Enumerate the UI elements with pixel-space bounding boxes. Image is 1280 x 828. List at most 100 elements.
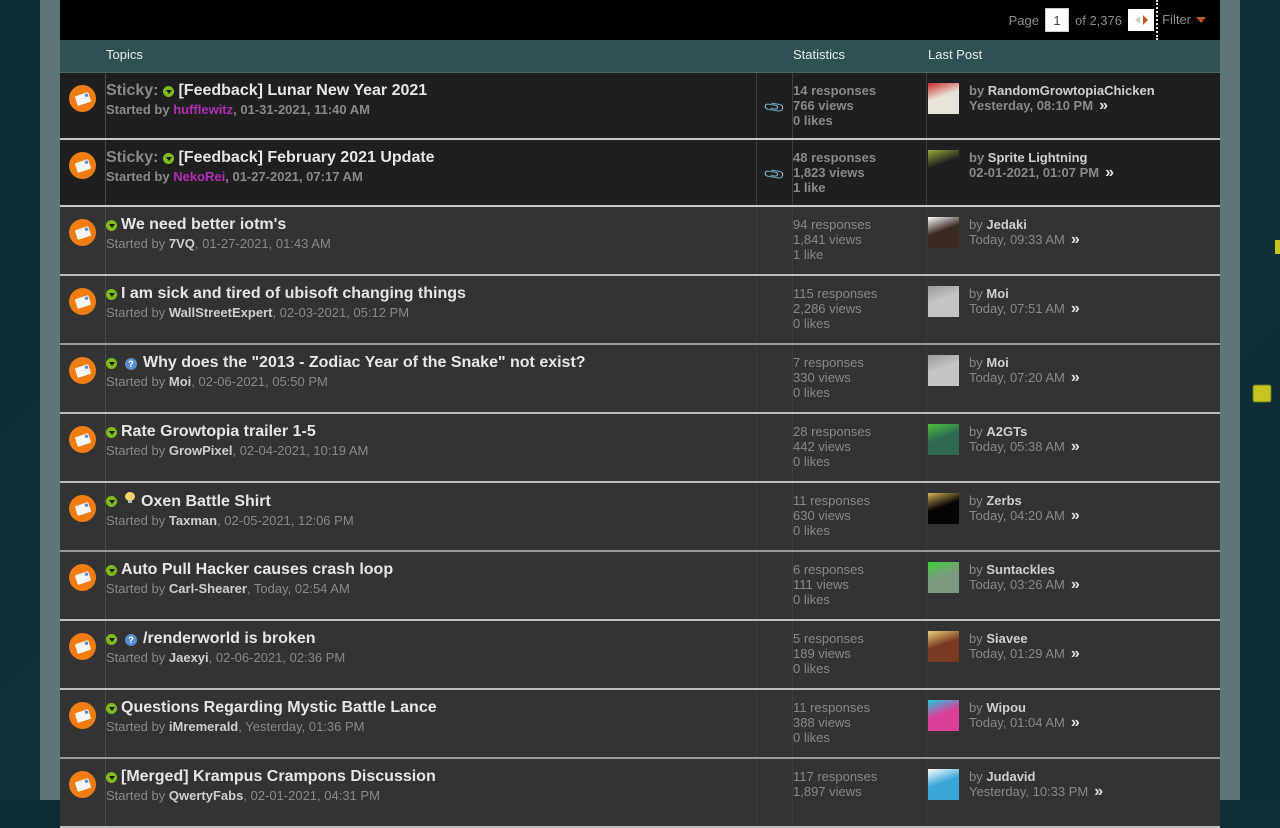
go-to-last-post-icon[interactable]: » xyxy=(1071,231,1080,248)
topic-author-link[interactable]: Taxman xyxy=(169,513,217,528)
envelope-paper xyxy=(74,777,91,792)
jump-to-new-icon[interactable] xyxy=(106,702,117,714)
topic-envelope-icon[interactable] xyxy=(69,357,96,384)
topic-meta: Started by Taxman, 02-05-2021, 12:06 PM xyxy=(106,513,354,528)
by-label: by xyxy=(969,631,983,646)
topic-title-link[interactable]: Oxen Battle Shirt xyxy=(141,493,271,511)
jump-to-new-icon[interactable] xyxy=(106,219,117,231)
last-poster-avatar[interactable] xyxy=(928,217,959,248)
topic-envelope-icon[interactable] xyxy=(69,85,96,112)
jump-to-new-icon[interactable] xyxy=(106,633,117,645)
go-to-last-post-icon[interactable]: » xyxy=(1071,714,1080,731)
jump-to-new-icon[interactable] xyxy=(163,152,175,164)
topic-date: , Today, 02:54 AM xyxy=(246,581,350,596)
last-poster-link[interactable]: Sprite Lightning xyxy=(988,150,1088,165)
topic-envelope-icon[interactable] xyxy=(69,633,96,660)
jump-to-new-icon[interactable] xyxy=(163,85,175,97)
topic-title-link[interactable]: Questions Regarding Mystic Battle Lance xyxy=(121,699,437,717)
topic-author-link[interactable]: Moi xyxy=(169,374,191,389)
topic-author-link[interactable]: hufflewitz xyxy=(173,102,233,117)
last-poster-avatar[interactable] xyxy=(928,769,959,800)
topic-author-link[interactable]: Carl-Shearer xyxy=(169,581,247,596)
last-poster-avatar[interactable] xyxy=(928,150,959,181)
go-to-last-post-icon[interactable]: » xyxy=(1071,507,1080,524)
sticky-label: Sticky: xyxy=(106,149,159,166)
last-poster-avatar[interactable] xyxy=(928,424,959,455)
topic-envelope-icon[interactable] xyxy=(69,219,96,246)
filter-dropdown[interactable]: Filter xyxy=(1162,12,1206,27)
last-poster-link[interactable]: Wipou xyxy=(986,700,1026,715)
topic-title-link[interactable]: Why does the "2013 - Zodiac Year of the … xyxy=(143,354,586,372)
topic-envelope-icon[interactable] xyxy=(69,495,96,522)
topic-title-link[interactable]: /renderworld is broken xyxy=(143,630,315,648)
go-to-last-post-icon[interactable]: » xyxy=(1071,369,1080,386)
go-to-last-post-icon[interactable]: » xyxy=(1094,783,1103,800)
topic-author-link[interactable]: Jaexyi xyxy=(169,650,209,665)
last-poster-link[interactable]: Siavee xyxy=(986,631,1027,646)
last-poster-link[interactable]: RandomGrowtopiaChicken xyxy=(988,83,1155,98)
jump-to-new-icon[interactable] xyxy=(106,564,117,576)
last-poster-link[interactable]: Suntackles xyxy=(986,562,1055,577)
topic-author-link[interactable]: NekoRei xyxy=(173,169,225,184)
topic-title-link[interactable]: I am sick and tired of ubisoft changing … xyxy=(121,285,466,303)
topic-title-link[interactable]: [Feedback] February 2021 Update xyxy=(178,149,434,167)
last-poster-link[interactable]: Moi xyxy=(986,355,1008,370)
next-page-icon[interactable] xyxy=(1142,15,1148,25)
go-to-last-post-icon[interactable]: » xyxy=(1071,645,1080,662)
column-topics[interactable]: Topics xyxy=(106,47,143,62)
topic-title-link[interactable]: [Merged] Krampus Crampons Discussion xyxy=(121,768,436,786)
topic-author-link[interactable]: WallStreetExpert xyxy=(169,305,273,320)
last-poster-link[interactable]: Judavid xyxy=(986,769,1035,784)
topic-author-link[interactable]: GrowPixel xyxy=(169,443,233,458)
column-statistics[interactable]: Statistics xyxy=(793,47,845,62)
last-poster-link[interactable]: Jedaki xyxy=(986,217,1026,232)
jump-to-new-icon[interactable] xyxy=(106,288,117,300)
started-by-label: Started by xyxy=(106,581,166,596)
last-poster-link[interactable]: A2GTs xyxy=(986,424,1027,439)
column-last-post[interactable]: Last Post xyxy=(928,47,982,62)
jump-to-new-icon[interactable] xyxy=(106,496,117,507)
by-label: by xyxy=(969,493,983,508)
topic-envelope-icon[interactable] xyxy=(69,771,96,798)
last-poster-avatar[interactable] xyxy=(928,286,959,317)
page-number-input[interactable] xyxy=(1045,8,1069,32)
jump-to-new-icon[interactable] xyxy=(106,357,117,369)
column-divider xyxy=(926,483,927,550)
topic-date: , 01-31-2021, 11:40 AM xyxy=(233,102,370,117)
last-poster-link[interactable]: Moi xyxy=(986,286,1008,301)
last-poster-avatar[interactable] xyxy=(928,700,959,731)
prev-page-icon[interactable] xyxy=(1134,16,1140,24)
topic-envelope-icon[interactable] xyxy=(69,426,96,453)
jump-to-new-icon[interactable] xyxy=(106,426,117,438)
last-poster-avatar[interactable] xyxy=(928,631,959,662)
topic-title-link[interactable]: Auto Pull Hacker causes crash loop xyxy=(121,561,393,579)
topic-envelope-icon[interactable] xyxy=(69,702,96,729)
last-poster-avatar[interactable] xyxy=(928,83,959,114)
envelope-paper xyxy=(74,639,91,654)
topic-envelope-icon[interactable] xyxy=(69,288,96,315)
started-by-label: Started by xyxy=(106,236,166,251)
envelope-paper xyxy=(74,91,91,106)
responses-count: 11 responses xyxy=(793,493,871,508)
last-poster-link[interactable]: Zerbs xyxy=(986,493,1021,508)
go-to-last-post-icon[interactable]: » xyxy=(1071,300,1080,317)
topic-list: Sticky: [Feedback] Lunar New Year 2021 S… xyxy=(60,73,1220,828)
go-to-last-post-icon[interactable]: » xyxy=(1071,438,1080,455)
topic-envelope-icon[interactable] xyxy=(69,152,96,179)
topic-title-link[interactable]: We need better iotm's xyxy=(121,216,286,234)
topic-author-link[interactable]: QwertyFabs xyxy=(169,788,243,803)
go-to-last-post-icon[interactable]: » xyxy=(1071,576,1080,593)
go-to-last-post-icon[interactable]: » xyxy=(1099,97,1108,114)
last-poster-avatar[interactable] xyxy=(928,355,959,386)
last-poster-avatar[interactable] xyxy=(928,493,959,524)
topic-author-link[interactable]: iMremerald xyxy=(169,719,238,734)
topic-list-toolbar: Page of 2,376 Filter xyxy=(60,0,1220,40)
topic-envelope-icon[interactable] xyxy=(69,564,96,591)
go-to-last-post-icon[interactable]: » xyxy=(1105,164,1114,181)
topic-author-link[interactable]: 7VQ xyxy=(169,236,195,251)
topic-title-link[interactable]: [Feedback] Lunar New Year 2021 xyxy=(178,82,427,100)
topic-statistics: 5 responses 189 views 0 likes xyxy=(793,631,864,676)
jump-to-new-icon[interactable] xyxy=(106,771,117,783)
topic-title-link[interactable]: Rate Growtopia trailer 1-5 xyxy=(121,423,316,441)
last-poster-avatar[interactable] xyxy=(928,562,959,593)
